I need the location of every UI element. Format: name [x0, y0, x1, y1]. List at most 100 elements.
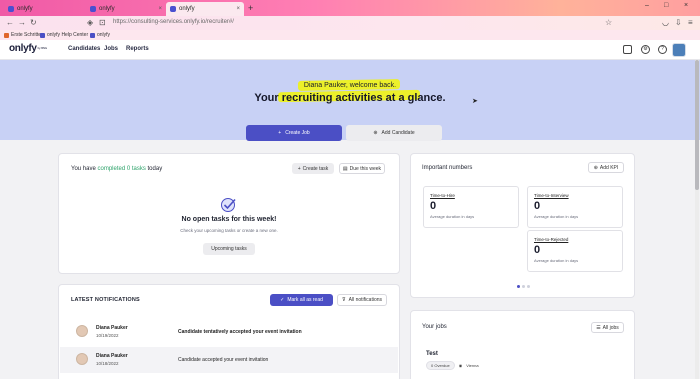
lock-icon[interactable]: ⊡ — [99, 18, 106, 28]
downloads-icon[interactable]: ⇩ — [675, 18, 682, 28]
notification-date: 10/18/2022 — [96, 361, 119, 366]
all-jobs-label: All jobs — [602, 324, 619, 331]
nav-jobs[interactable]: Jobs — [104, 46, 118, 52]
mark-all-read-label: Mark all as read — [287, 297, 323, 303]
user-avatar — [76, 325, 88, 337]
close-window-icon[interactable]: × — [684, 2, 688, 9]
create-task-button[interactable]: + Create task — [292, 163, 334, 174]
url-field[interactable]: https://consulting-services.onlyfy.io/re… — [113, 19, 234, 25]
important-numbers-title: Important numbers — [422, 165, 473, 171]
back-icon[interactable]: ← — [6, 18, 14, 28]
browser-tab-active[interactable]: onlyfy × — [166, 2, 244, 16]
welcome-text: Diana Pauker, welcome back. — [303, 82, 397, 89]
hero-headline: Your recruiting activities at a glance. — [254, 92, 446, 104]
reload-icon[interactable]: ↻ — [30, 18, 37, 28]
due-filter-button[interactable]: ▤ Due this week — [339, 163, 385, 174]
kpi-desc: Average duration in days — [430, 214, 475, 219]
upcoming-tasks-label: Upcoming tasks — [211, 246, 247, 252]
close-tab-icon[interactable]: × — [236, 6, 240, 12]
logo-text: onlyfy — [9, 43, 37, 54]
kpi-desc: Average duration in days — [534, 214, 579, 219]
kpi-desc: Average duration in days — [534, 258, 579, 263]
scrollbar-thumb[interactable] — [695, 60, 699, 190]
carousel-dot[interactable] — [527, 285, 530, 288]
onlyfy-icon — [40, 32, 45, 38]
kpi-time-to-rejected[interactable]: Time-to-Rejected 0 Average duration in d… — [527, 230, 623, 272]
tab-label: onlyfy — [99, 5, 115, 12]
browser-tab[interactable]: onlyfy — [4, 2, 84, 15]
empty-tasks-title: No open tasks for this week! — [181, 216, 277, 223]
add-candidate-button[interactable]: ⊕ Add Candidate — [346, 125, 442, 141]
nav-candidates[interactable]: Candidates — [68, 46, 100, 52]
browser-tab-bar: onlyfy onlyfy × onlyfy × + – □ × — [0, 0, 700, 16]
bookmark-item[interactable]: Erste Schritte — [4, 32, 41, 38]
shield-icon[interactable]: ◈ — [87, 18, 93, 28]
job-meta: 0 Overdue ◉ Vienna — [426, 361, 479, 370]
plus-circle-icon: ⊕ — [593, 164, 598, 171]
add-kpi-button[interactable]: ⊕ Add KPI — [588, 162, 624, 173]
pocket-icon[interactable]: ◡ — [662, 18, 669, 28]
firefox-icon — [4, 32, 9, 38]
your-jobs-title: Your jobs — [422, 324, 447, 330]
bookmark-label: onlyfy Help Center — [47, 32, 89, 38]
checkmark-shield-icon — [221, 198, 236, 212]
kpi-value: 0 — [534, 244, 541, 256]
kpi-time-to-hire[interactable]: Time-to-Hire 0 Average duration in days — [423, 186, 519, 228]
create-job-button[interactable]: + Create Job — [246, 125, 342, 141]
carousel-dot-active[interactable] — [517, 285, 520, 288]
kpi-title[interactable]: Time-to-Hire — [430, 193, 455, 198]
all-notifications-button[interactable]: ⊽ All notifications — [337, 294, 387, 306]
tasks-title: You have completed 0 tasks today — [71, 166, 162, 172]
tasks-card: You have completed 0 tasks today + Create… — [58, 153, 400, 274]
logo-sub: by XING — [37, 46, 48, 51]
bookmark-item[interactable]: onlyfy Help Center — [40, 32, 88, 38]
notification-item[interactable]: Diana Pauker 10/19/2022 Candidate tentat… — [60, 319, 398, 345]
notifications-card: LATEST NOTIFICATIONS ✓ Mark all as read ⊽… — [58, 284, 400, 379]
upcoming-tasks-button[interactable]: Upcoming tasks — [203, 243, 255, 255]
onlyfy-favicon-icon — [90, 5, 96, 12]
plus-icon: + — [278, 130, 282, 136]
page-scrollbar[interactable] — [695, 60, 699, 379]
job-title[interactable]: Test — [426, 351, 438, 357]
carousel-dot[interactable] — [522, 285, 525, 288]
tasks-title-suffix: today — [145, 166, 163, 172]
new-tab-button[interactable]: + — [248, 3, 253, 13]
notifications-title: LATEST NOTIFICATIONS — [71, 297, 140, 303]
calendar-icon: ▤ — [342, 165, 348, 172]
chat-icon[interactable] — [623, 45, 632, 54]
all-jobs-button[interactable]: ☰ All jobs — [591, 322, 624, 333]
forward-icon[interactable]: → — [18, 18, 26, 28]
help-icon[interactable]: ? — [658, 45, 667, 54]
browser-tab[interactable]: onlyfy × — [86, 2, 166, 15]
kpi-time-to-interview[interactable]: Time-to-Interview 0 Average duration in … — [527, 186, 623, 228]
bookmark-item[interactable]: onlyfy — [90, 32, 110, 38]
close-tab-icon[interactable]: × — [158, 6, 162, 12]
user-avatar[interactable] — [672, 43, 686, 57]
notification-text: Candidate accepted your event invitation — [178, 357, 269, 363]
job-location: Vienna — [466, 363, 479, 368]
due-filter-label: Due this week — [349, 165, 382, 172]
important-numbers-card: Important numbers ⊕ Add KPI Time-to-Hire … — [410, 153, 635, 298]
list-icon: ☰ — [596, 324, 601, 331]
notification-date: 10/19/2022 — [96, 333, 119, 338]
create-job-label: Create Job — [285, 130, 310, 136]
location-pin-icon: ◉ — [458, 363, 463, 368]
kpi-title[interactable]: Time-to-Interview — [534, 193, 569, 198]
onlyfy-logo[interactable]: onlyfyby XING — [9, 43, 47, 54]
double-check-icon: ✓ — [280, 297, 285, 303]
browser-toolbar: ← → ↻ ◈ ⊡ https://consulting-services.on… — [0, 16, 700, 30]
minimize-icon[interactable]: – — [645, 2, 649, 9]
maximize-icon[interactable]: □ — [664, 2, 668, 9]
settings-icon[interactable]: ⚙ — [641, 45, 650, 54]
add-candidate-label: Add Candidate — [381, 130, 415, 136]
notification-item[interactable]: Diana Pauker 10/18/2022 Candidate accept… — [60, 347, 398, 373]
kpi-title[interactable]: Time-to-Rejected — [534, 237, 568, 242]
notification-author: Diana Pauker — [96, 353, 128, 359]
bookmark-label: Erste Schritte — [11, 32, 42, 38]
bookmark-star-icon[interactable]: ☆ — [605, 18, 612, 28]
overdue-badge: 0 Overdue — [426, 361, 455, 370]
mark-all-read-button[interactable]: ✓ Mark all as read — [270, 294, 333, 306]
nav-reports[interactable]: Reports — [126, 46, 149, 52]
tab-label: onlyfy — [179, 6, 195, 12]
menu-icon[interactable]: ≡ — [688, 18, 693, 28]
